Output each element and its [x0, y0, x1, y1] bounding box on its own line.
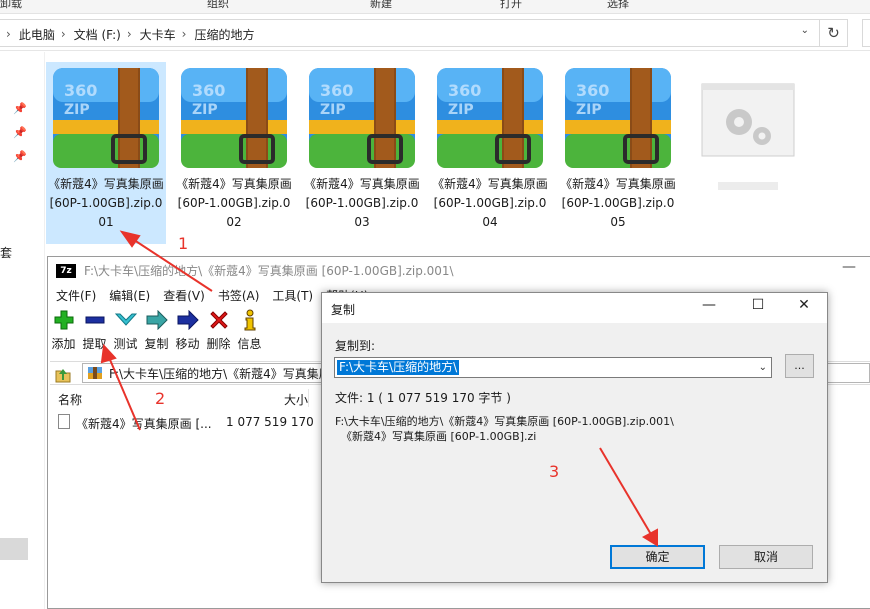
annotation-number-3: 3 [549, 462, 560, 481]
annotation-number-1: 1 [178, 234, 189, 253]
annotation-overlay [100, 230, 658, 547]
annotation-number-2: 2 [155, 389, 166, 408]
annotation-arrow-2 [107, 354, 141, 431]
annotation-arrow-1 [127, 235, 213, 292]
annotation-arrowhead-1 [119, 230, 141, 248]
annotation-arrow-3 [599, 447, 653, 537]
annotation-arrowhead-2 [100, 343, 117, 364]
